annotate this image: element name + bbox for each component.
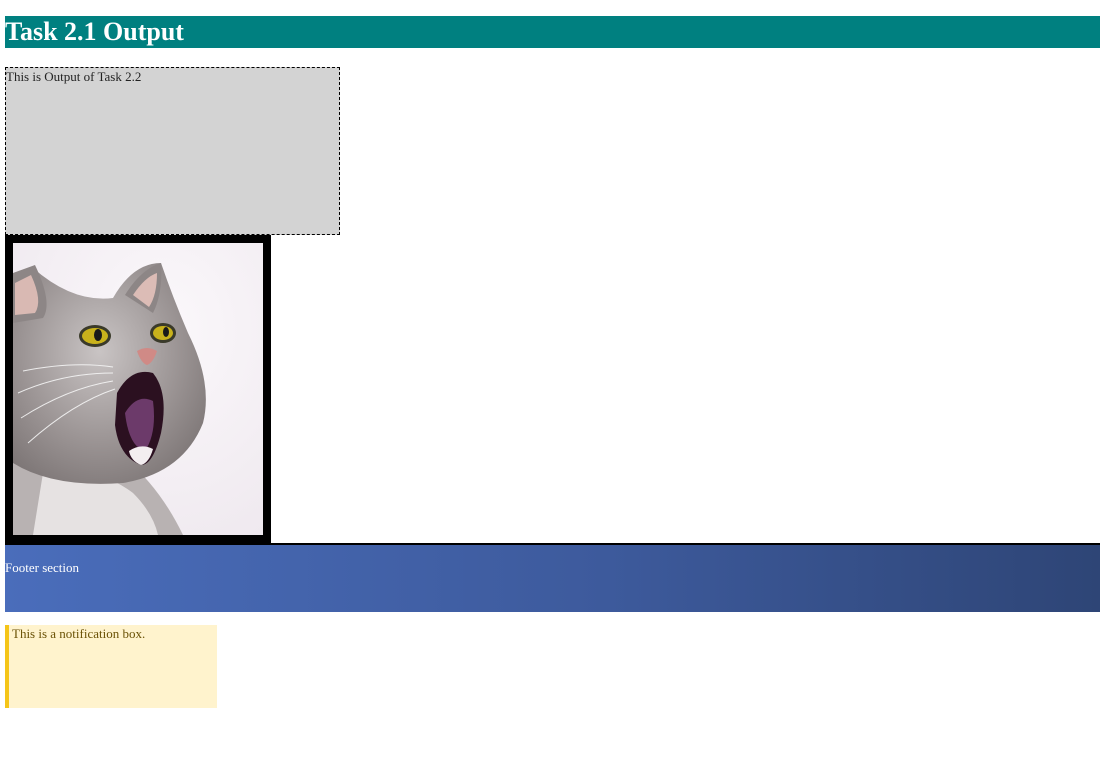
cat-image-frame xyxy=(5,235,271,543)
footer-text: Footer section xyxy=(5,560,80,575)
page-title: Task 2.1 Output xyxy=(5,16,1100,48)
task-output-text: This is Output of Task 2.2 xyxy=(6,69,142,84)
cat-image xyxy=(13,243,263,535)
notification-text: This is a notification box. xyxy=(12,626,146,641)
notification-box: This is a notification box. xyxy=(5,625,217,708)
task-output-box: This is Output of Task 2.2 xyxy=(5,67,340,235)
footer: Footer section xyxy=(5,543,1100,612)
